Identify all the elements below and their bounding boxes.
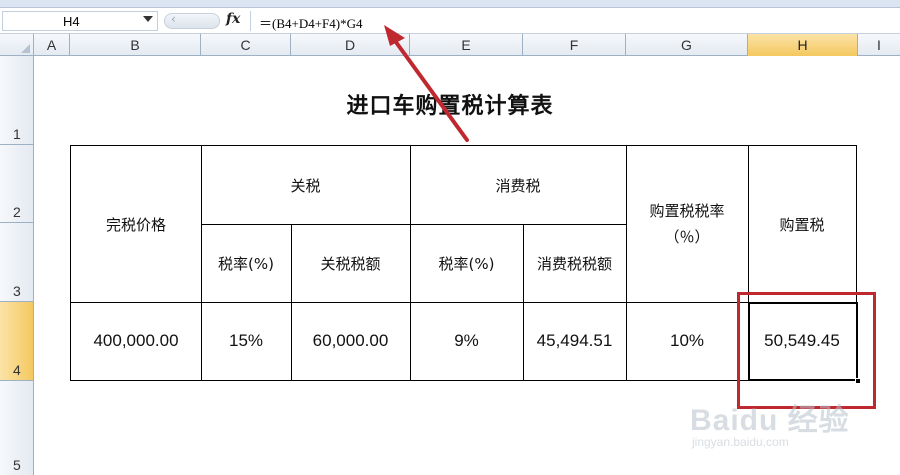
chevron-down-icon[interactable]	[143, 16, 153, 22]
column-header-f[interactable]: F	[523, 34, 626, 56]
header-tariff-amount[interactable]: 关税税额	[291, 224, 410, 302]
formula-bar-toggle[interactable]: ‹	[164, 12, 220, 29]
header-dutiable-price[interactable]: 完税价格	[71, 146, 201, 302]
insert-function-icon[interactable]: fx	[226, 11, 240, 27]
cell-f4[interactable]: 45,494.51	[523, 302, 626, 380]
formula-bar-buttons: ‹ fx	[160, 11, 248, 31]
ribbon-strip	[0, 0, 900, 8]
row-number: 4	[13, 362, 21, 378]
name-box[interactable]: H4	[2, 11, 158, 31]
formula-bar: H4 ‹ fx ＝(B4+D4+F4)*G4	[0, 8, 900, 34]
header-purchase-tax[interactable]: 购置税	[748, 146, 856, 302]
header-purchase-tax-rate[interactable]: 购置税税率 （％）	[626, 146, 748, 302]
formula-text: ＝(B4+D4+F4)*G4	[259, 16, 363, 31]
column-header-row: A B C D E F G H I	[0, 34, 900, 56]
header-purchase-tax-rate-line2: （％）	[664, 228, 710, 246]
cell-d4[interactable]: 60,000.00	[291, 302, 410, 380]
header-tariff-rate[interactable]: 税率(%)	[201, 224, 291, 302]
highlight-box	[737, 292, 876, 409]
row-header-3[interactable]: 3	[0, 223, 34, 302]
column-header-c[interactable]: C	[201, 34, 291, 56]
column-header-h[interactable]: H	[748, 34, 858, 56]
watermark: Baidu 经验 jingyan.baidu.com	[690, 395, 860, 465]
row-header-1[interactable]: 1	[0, 56, 34, 145]
select-all-button[interactable]	[0, 34, 34, 56]
column-header-b[interactable]: B	[70, 34, 201, 56]
column-header-g[interactable]: G	[626, 34, 748, 56]
column-header-e[interactable]: E	[410, 34, 523, 56]
watermark-logo: Baidu 经验	[690, 404, 850, 437]
column-header-a[interactable]: A	[34, 34, 70, 56]
header-tariff[interactable]: 关税	[201, 146, 410, 224]
row-number: 3	[13, 283, 21, 299]
cell-b4[interactable]: 400,000.00	[71, 302, 201, 380]
cell-c4[interactable]: 15%	[201, 302, 291, 380]
column-header-d[interactable]: D	[291, 34, 410, 56]
column-header-i[interactable]: I	[858, 34, 900, 56]
header-purchase-tax-rate-line1: 购置税税率	[649, 202, 725, 220]
row-header-4[interactable]: 4	[0, 302, 34, 381]
header-consumption-rate[interactable]: 税率(%)	[410, 224, 523, 302]
row-number: 1	[13, 126, 21, 142]
grip-icon: ‹	[171, 12, 176, 26]
row-number: 2	[13, 204, 21, 220]
row-header-5[interactable]: 5	[0, 381, 34, 475]
sheet-title[interactable]: 进口车购置税计算表	[300, 88, 600, 120]
row-number: 5	[13, 457, 21, 473]
select-all-icon	[21, 44, 30, 53]
name-box-value: H4	[63, 14, 80, 29]
header-consumption-amount[interactable]: 消费税税额	[523, 224, 626, 302]
header-consumption-tax[interactable]: 消费税	[410, 146, 626, 224]
cell-e4[interactable]: 9%	[410, 302, 523, 380]
cell-g4[interactable]: 10%	[626, 302, 748, 380]
row-header-2[interactable]: 2	[0, 145, 34, 223]
watermark-url: jingyan.baidu.com	[692, 435, 789, 449]
formula-input[interactable]: ＝(B4+D4+F4)*G4	[250, 11, 898, 31]
